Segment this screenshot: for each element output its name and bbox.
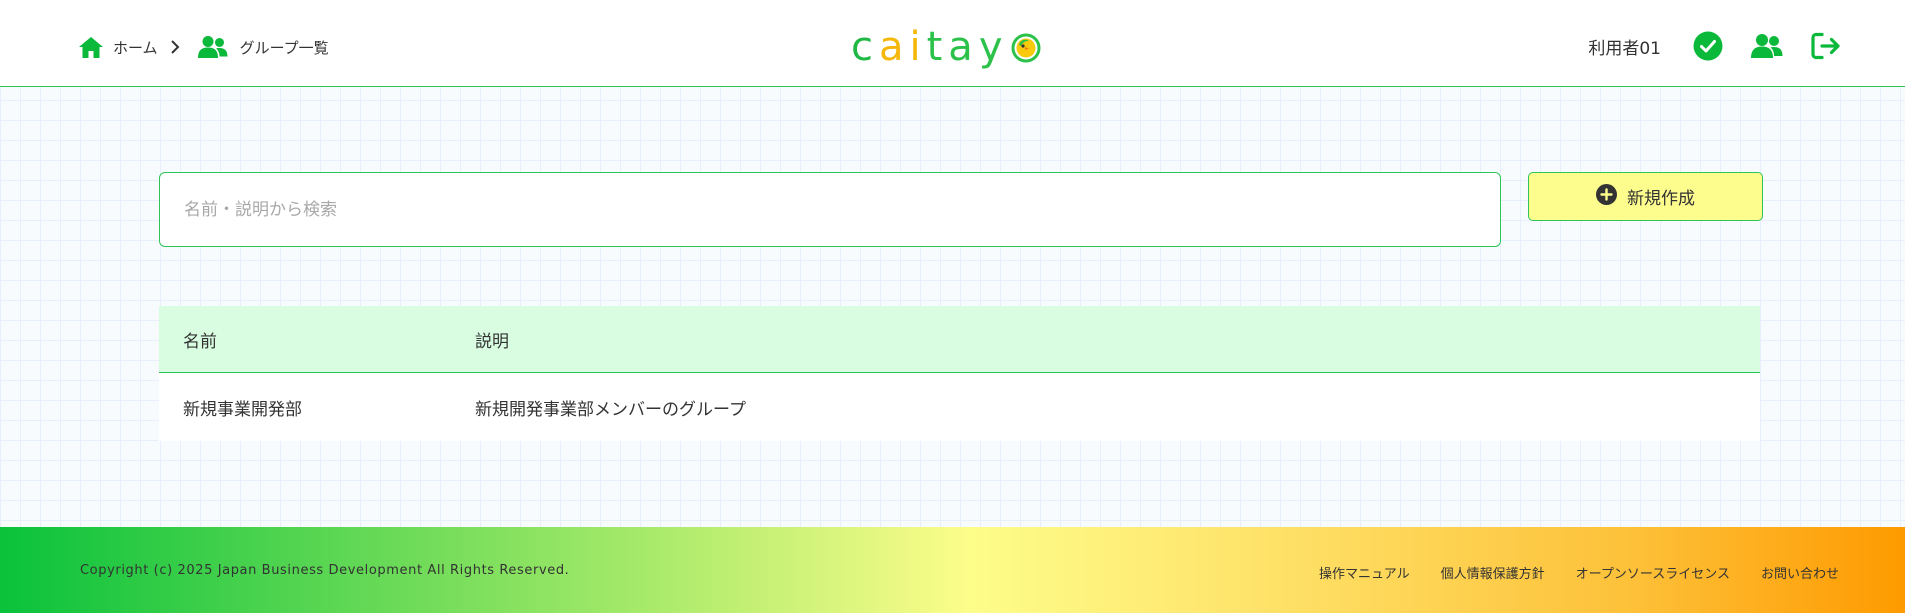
table-row[interactable]: 新規事業開発部 新規開発事業部メンバーのグループ bbox=[159, 373, 1760, 441]
copyright-text: Copyright (c) 2025 Japan Business Develo… bbox=[80, 563, 570, 578]
username-label: 利用者01 bbox=[1588, 38, 1661, 59]
bird-logo-icon bbox=[1011, 33, 1041, 67]
users-icon bbox=[197, 35, 240, 59]
create-new-label: 新規作成 bbox=[1627, 189, 1695, 209]
breadcrumb-groups-label: グループ一覧 bbox=[239, 38, 329, 57]
column-header-name: 名前 bbox=[183, 331, 217, 352]
users-icon[interactable] bbox=[1751, 33, 1783, 59]
footer-link-contact[interactable]: お問い合わせ bbox=[1761, 563, 1839, 582]
table-header: 名前 説明 bbox=[159, 306, 1760, 373]
breadcrumb-home-label: ホーム bbox=[113, 38, 158, 57]
breadcrumb-home-link[interactable]: ホーム bbox=[78, 35, 158, 59]
search-input[interactable] bbox=[159, 172, 1501, 247]
column-header-description: 説明 bbox=[475, 331, 509, 352]
group-name-cell: 新規事業開発部 bbox=[183, 399, 302, 420]
plus-circle-icon bbox=[1596, 183, 1627, 210]
breadcrumb-groups-link[interactable]: グループ一覧 bbox=[197, 35, 329, 59]
check-circle-icon[interactable] bbox=[1693, 31, 1723, 61]
footer-link-privacy-policy[interactable]: 個人情報保護方針 bbox=[1441, 563, 1545, 582]
group-description-cell: 新規開発事業部メンバーのグループ bbox=[475, 399, 746, 420]
logo-text: caitay bbox=[851, 24, 1009, 70]
app-header: ホーム グループ一覧 caitay 利用者01 bbox=[0, 0, 1905, 87]
caitayo-logo[interactable]: caitay bbox=[851, 22, 1071, 72]
create-new-button[interactable]: 新規作成 bbox=[1528, 172, 1763, 221]
chevron-right-icon bbox=[170, 40, 180, 54]
app-footer: Copyright (c) 2025 Japan Business Develo… bbox=[0, 527, 1905, 613]
footer-links: 操作マニュアル 個人情報保護方針 オープンソースライセンス お問い合わせ bbox=[1288, 563, 1839, 582]
logout-icon[interactable] bbox=[1811, 32, 1841, 60]
header-user-area: 利用者01 bbox=[1588, 28, 1841, 64]
home-icon bbox=[78, 35, 113, 59]
group-table: 名前 説明 新規事業開発部 新規開発事業部メンバーのグループ bbox=[159, 306, 1760, 441]
breadcrumb: ホーム グループ一覧 bbox=[78, 33, 329, 61]
footer-link-open-source-license[interactable]: オープンソースライセンス bbox=[1576, 563, 1730, 582]
footer-link-manual[interactable]: 操作マニュアル bbox=[1319, 563, 1410, 582]
